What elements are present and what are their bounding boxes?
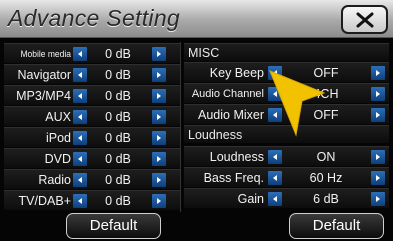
row-label: Gain bbox=[237, 192, 264, 206]
row-label: Radio bbox=[38, 173, 71, 187]
arrow-right-icon bbox=[376, 196, 380, 202]
setting-row-gain: Gain 6 dB bbox=[184, 188, 389, 208]
decrease-button[interactable] bbox=[73, 152, 87, 166]
level-row-navigator: Navigator 0 dB bbox=[4, 64, 180, 84]
arrow-right-icon bbox=[157, 114, 161, 120]
arrow-left-icon bbox=[78, 156, 82, 162]
decrease-button[interactable] bbox=[73, 89, 87, 103]
arrow-left-icon bbox=[78, 135, 82, 141]
arrow-right-icon bbox=[157, 72, 161, 78]
increase-button[interactable] bbox=[152, 68, 166, 82]
arrow-left-icon bbox=[78, 114, 82, 120]
arrow-left-icon bbox=[78, 198, 82, 204]
increase-button[interactable] bbox=[152, 47, 166, 61]
row-label: DVD bbox=[44, 152, 71, 166]
increase-button[interactable] bbox=[371, 66, 385, 80]
arrow-right-icon bbox=[376, 70, 380, 76]
arrow-right-icon bbox=[157, 156, 161, 162]
row-value: ON bbox=[316, 150, 336, 164]
row-value: 0 dB bbox=[105, 89, 131, 103]
title-bar: Advance Setting bbox=[0, 0, 393, 38]
arrow-right-icon bbox=[157, 93, 161, 99]
row-value: 0 dB bbox=[105, 194, 131, 208]
row-label: MP3/MP4 bbox=[16, 89, 71, 103]
row-label: Audio Channel bbox=[191, 88, 264, 100]
arrow-left-icon bbox=[78, 72, 82, 78]
row-value: 6 dB bbox=[313, 192, 339, 206]
arrow-right-icon bbox=[157, 177, 161, 183]
row-label: Bass Freq. bbox=[203, 171, 264, 185]
increase-button[interactable] bbox=[152, 110, 166, 124]
arrow-right-icon bbox=[376, 91, 380, 97]
level-row-radio: Radio 0 dB bbox=[4, 169, 180, 189]
setting-row-loudness: Loudness ON bbox=[184, 146, 389, 166]
decrease-button[interactable] bbox=[73, 47, 87, 61]
increase-button[interactable] bbox=[152, 152, 166, 166]
decrease-button[interactable] bbox=[268, 150, 282, 164]
increase-button[interactable] bbox=[152, 89, 166, 103]
close-button[interactable] bbox=[341, 5, 388, 34]
row-value: 0 dB bbox=[105, 173, 131, 187]
level-row-mp3-mp4: MP3/MP4 0 dB bbox=[4, 85, 180, 105]
decrease-button[interactable] bbox=[73, 68, 87, 82]
row-value: 0 dB bbox=[105, 47, 131, 61]
arrow-right-icon bbox=[157, 198, 161, 204]
level-row-dvd: DVD 0 dB bbox=[4, 148, 180, 168]
page-title: Advance Setting bbox=[8, 5, 181, 31]
row-value: 0 dB bbox=[105, 131, 131, 145]
decrease-button[interactable] bbox=[73, 131, 87, 145]
level-row-mobile-media: Mobile media 0 dB bbox=[4, 43, 180, 63]
level-row-ipod: iPod 0 dB bbox=[4, 127, 180, 147]
default-button-right[interactable]: Default bbox=[289, 213, 384, 239]
increase-button[interactable] bbox=[371, 150, 385, 164]
row-label: Key Beep bbox=[209, 66, 264, 80]
level-row-aux: AUX 0 dB bbox=[4, 106, 180, 126]
arrow-right-icon bbox=[376, 112, 380, 118]
arrow-right-icon bbox=[376, 154, 380, 160]
level-row-tv-dab: TV/DAB+ 0 dB bbox=[4, 190, 180, 210]
row-label: AUX bbox=[45, 110, 71, 124]
arrow-left-icon bbox=[273, 154, 277, 160]
row-label: Navigator bbox=[17, 68, 72, 82]
increase-button[interactable] bbox=[152, 131, 166, 145]
arrow-left-icon bbox=[273, 196, 277, 202]
decrease-button[interactable] bbox=[73, 173, 87, 187]
row-label: Audio Mixer bbox=[198, 108, 264, 122]
row-value: 60 Hz bbox=[309, 171, 343, 185]
arrow-left-icon bbox=[78, 177, 82, 183]
increase-button[interactable] bbox=[371, 108, 385, 122]
arrow-left-icon bbox=[78, 93, 82, 99]
setting-row-bass-freq: Bass Freq. 60 Hz bbox=[184, 167, 389, 187]
close-x-icon bbox=[356, 12, 373, 27]
pointer-arrow-icon bbox=[269, 70, 326, 137]
row-value: 0 dB bbox=[105, 68, 131, 82]
increase-button[interactable] bbox=[152, 173, 166, 187]
row-label: Mobile media bbox=[20, 48, 71, 60]
row-label: Loudness bbox=[209, 150, 264, 164]
arrow-right-icon bbox=[157, 135, 161, 141]
row-label: iPod bbox=[45, 131, 71, 145]
row-value: 0 dB bbox=[105, 110, 131, 124]
increase-button[interactable] bbox=[371, 171, 385, 185]
increase-button[interactable] bbox=[371, 87, 385, 101]
increase-button[interactable] bbox=[371, 192, 385, 206]
settings-panel: Mobile media 0 dB Navigator 0 dB MP3/MP4… bbox=[0, 38, 393, 241]
decrease-button[interactable] bbox=[268, 192, 282, 206]
default-button-left[interactable]: Default bbox=[66, 213, 161, 239]
decrease-button[interactable] bbox=[268, 171, 282, 185]
column-divider bbox=[180, 42, 181, 212]
increase-button[interactable] bbox=[152, 194, 166, 208]
decrease-button[interactable] bbox=[73, 194, 87, 208]
arrow-left-icon bbox=[273, 175, 277, 181]
decrease-button[interactable] bbox=[73, 110, 87, 124]
row-label: TV/DAB+ bbox=[18, 194, 71, 208]
arrow-right-icon bbox=[157, 51, 161, 57]
arrow-left-icon bbox=[78, 51, 82, 57]
arrow-right-icon bbox=[376, 175, 380, 181]
section-header-misc: MISC bbox=[184, 43, 389, 61]
row-value: 0 dB bbox=[105, 152, 131, 166]
